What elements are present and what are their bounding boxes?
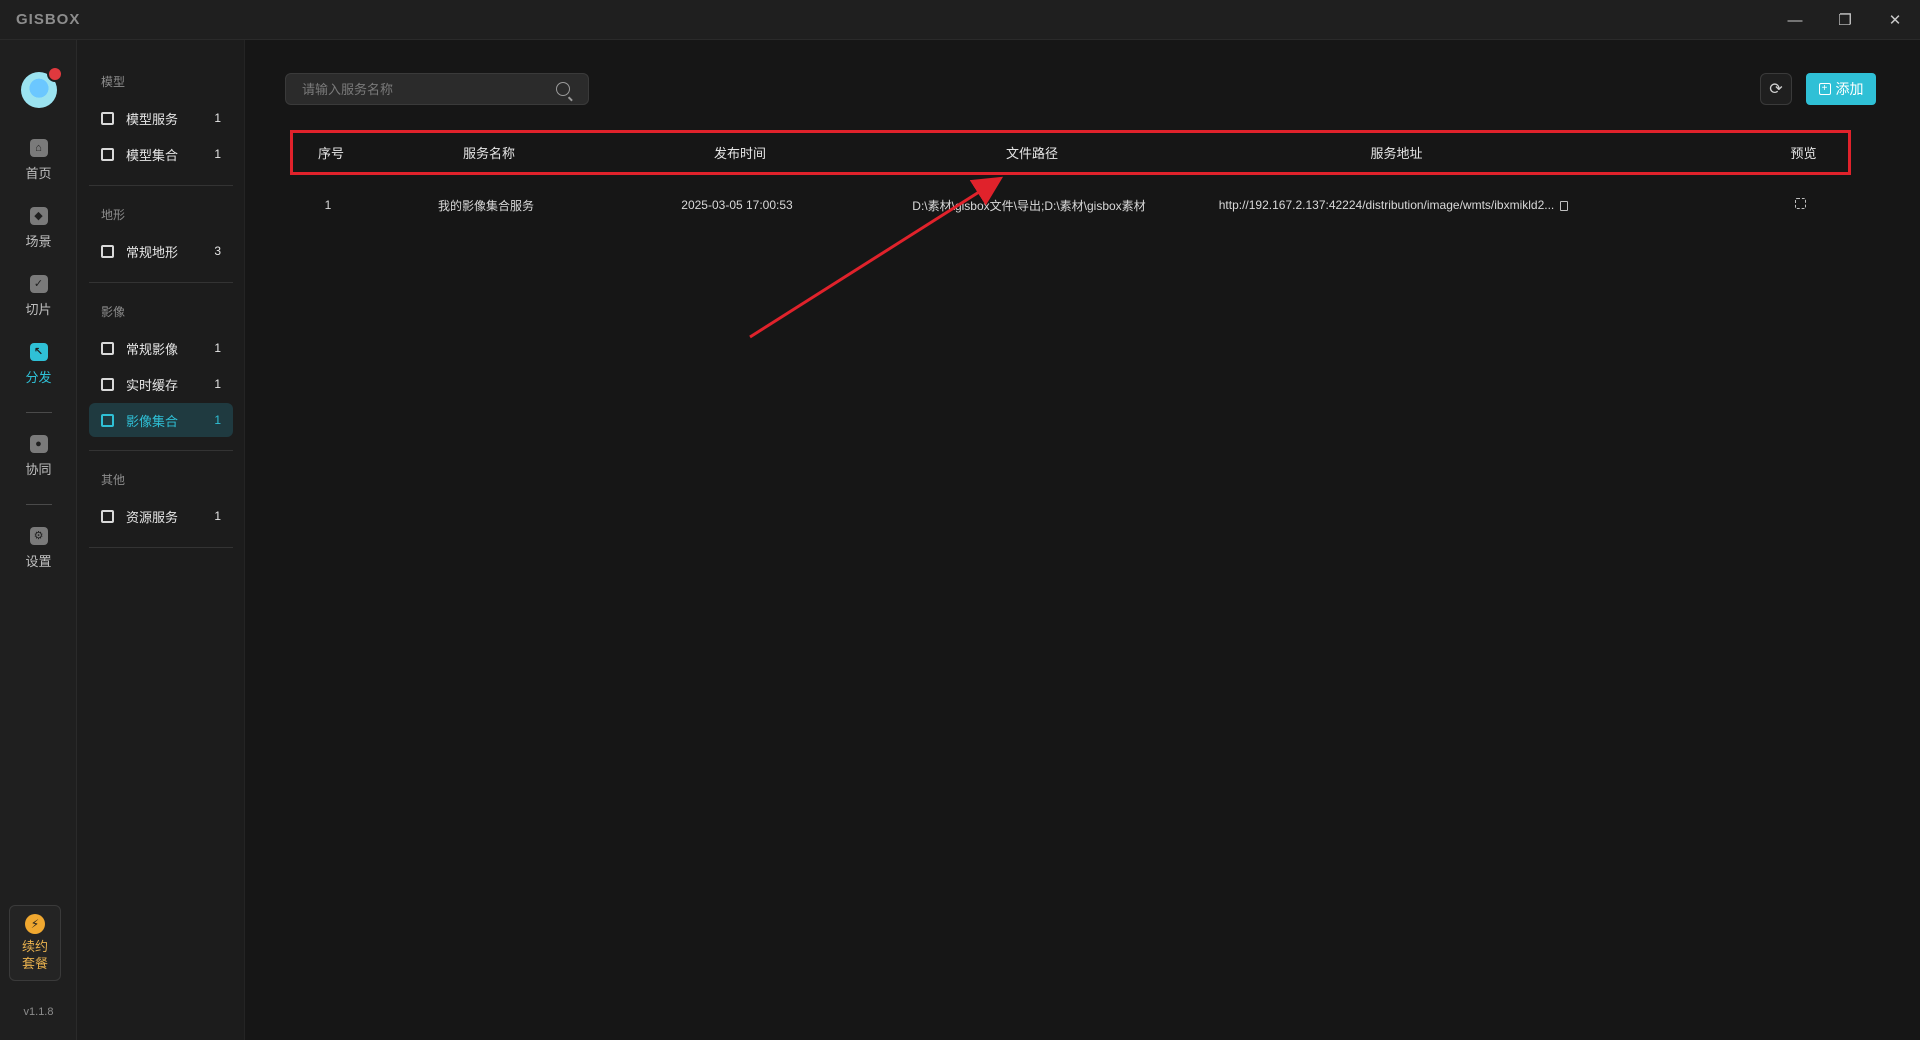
category-heading-other: 其他 bbox=[101, 473, 126, 487]
cell-path: D:\素材\gisbox文件\导出;D:\素材\gisbox素材 bbox=[912, 198, 1146, 213]
scene-icon: ◆ bbox=[29, 206, 48, 225]
item-count: 1 bbox=[214, 413, 221, 427]
rail-divider bbox=[26, 412, 52, 413]
sidebar-item-label: 模型服务 bbox=[126, 111, 179, 127]
refresh-icon: ⟳ bbox=[1769, 81, 1783, 98]
sidebar-item-imagery-regular[interactable]: 常规影像 1 bbox=[89, 331, 233, 365]
cache-icon bbox=[101, 377, 114, 391]
item-count: 1 bbox=[214, 341, 221, 355]
model-icon bbox=[101, 147, 114, 161]
user-avatar[interactable] bbox=[21, 66, 63, 108]
column-header-path[interactable]: 文件路径 bbox=[871, 143, 1193, 162]
search-box[interactable] bbox=[285, 73, 589, 105]
terrain-icon bbox=[101, 244, 114, 258]
sidebar-item-model-service[interactable]: 模型服务 1 bbox=[89, 101, 233, 135]
plus-icon: + bbox=[1818, 83, 1831, 95]
home-icon: ⌂ bbox=[29, 138, 48, 157]
gear-icon: ⚙ bbox=[29, 526, 48, 545]
table-header: 序号 服务名称 发布时间 文件路径 服务地址 预览 bbox=[290, 130, 1851, 175]
renew-label-1: 续约 bbox=[21, 939, 48, 954]
nav-slice-label: 切片 bbox=[25, 301, 52, 317]
nav-slice[interactable]: ✓ 切片 bbox=[0, 268, 77, 324]
column-header-preview[interactable]: 预览 bbox=[1753, 143, 1854, 162]
app-version: v1.1.8 bbox=[23, 1006, 54, 1018]
item-count: 1 bbox=[214, 111, 221, 125]
sidebar-item-model-collection[interactable]: 模型集合 1 bbox=[89, 137, 233, 171]
rail-divider bbox=[26, 504, 52, 505]
column-header-index[interactable]: 序号 bbox=[293, 143, 369, 162]
preview-icon[interactable] bbox=[1795, 198, 1806, 209]
sidebar-item-label: 实时缓存 bbox=[126, 377, 179, 393]
restore-button[interactable]: ❐ bbox=[1820, 0, 1870, 40]
cell-url-wrap: http://192.167.2.137:42224/distribution/… bbox=[1190, 198, 1597, 212]
window-controls: — ❐ ✕ bbox=[1770, 0, 1920, 40]
distribute-icon: ↖ bbox=[29, 342, 48, 361]
add-button[interactable]: + 添加 bbox=[1806, 73, 1876, 105]
lock-icon: ● bbox=[29, 434, 48, 453]
category-divider bbox=[89, 282, 233, 283]
search-input[interactable] bbox=[286, 81, 556, 97]
sidebar-item-imagery-collection[interactable]: 影像集合 1 bbox=[89, 403, 233, 437]
item-count: 1 bbox=[214, 377, 221, 391]
nav-collab[interactable]: ● 协同 bbox=[0, 428, 77, 484]
nav-distribute-label: 分发 bbox=[25, 369, 52, 385]
table-row[interactable]: 1 我的影像集合服务 2025-03-05 17:00:53 D:\素材\gis… bbox=[290, 185, 1851, 225]
nav-distribute[interactable]: ↖ 分发 bbox=[0, 336, 77, 392]
sidebar-item-label: 影像集合 bbox=[126, 413, 179, 429]
cell-preview bbox=[1750, 198, 1851, 212]
sidebar-item-label: 模型集合 bbox=[126, 147, 179, 163]
notification-badge bbox=[47, 66, 63, 82]
item-count: 1 bbox=[214, 509, 221, 523]
cell-index: 1 bbox=[324, 198, 332, 212]
category-heading-imagery: 影像 bbox=[101, 305, 126, 319]
category-divider bbox=[89, 547, 233, 548]
search-icon[interactable] bbox=[556, 82, 570, 96]
renew-label-2: 套餐 bbox=[21, 956, 48, 971]
refresh-button[interactable]: ⟳ bbox=[1760, 73, 1792, 105]
main-panel: ⟳ + 添加 序号 服务名称 发布时间 文件路径 服务地址 预览 1 我的影像集… bbox=[245, 40, 1920, 1040]
column-header-time[interactable]: 发布时间 bbox=[609, 143, 871, 162]
category-heading-terrain: 地形 bbox=[101, 208, 126, 222]
imagery-collection-icon bbox=[101, 413, 114, 427]
copy-icon[interactable] bbox=[1560, 200, 1569, 211]
column-header-url[interactable]: 服务地址 bbox=[1193, 143, 1600, 162]
nav-collab-label: 协同 bbox=[25, 461, 52, 477]
sidebar-item-imagery-cache[interactable]: 实时缓存 1 bbox=[89, 367, 233, 401]
cell-time: 2025-03-05 17:00:53 bbox=[681, 198, 793, 212]
category-sidebar: 模型 模型服务 1 模型集合 1 地形 常规地形 3 影像 常规影像 1 实时缓… bbox=[77, 40, 245, 1040]
nav-settings-label: 设置 bbox=[25, 553, 52, 569]
close-button[interactable]: ✕ bbox=[1870, 0, 1920, 40]
sidebar-item-terrain-regular[interactable]: 常规地形 3 bbox=[89, 234, 233, 268]
nav-home[interactable]: ⌂ 首页 bbox=[0, 132, 77, 188]
cell-url: http://192.167.2.137:42224/distribution/… bbox=[1218, 198, 1555, 212]
slice-icon: ✓ bbox=[29, 274, 48, 293]
minimize-button[interactable]: — bbox=[1770, 0, 1820, 40]
lightning-icon: ⚡ bbox=[25, 914, 45, 934]
category-divider bbox=[89, 185, 233, 186]
category-divider bbox=[89, 450, 233, 451]
resource-icon bbox=[101, 509, 114, 523]
category-heading-model: 模型 bbox=[101, 75, 126, 89]
column-header-name[interactable]: 服务名称 bbox=[369, 143, 609, 162]
title-bar: GISBOX — ❐ ✕ bbox=[0, 0, 1920, 40]
model-icon bbox=[101, 111, 114, 125]
sidebar-item-resource-service[interactable]: 资源服务 1 bbox=[89, 499, 233, 533]
nav-home-label: 首页 bbox=[25, 165, 52, 181]
sidebar-item-label: 资源服务 bbox=[126, 509, 179, 525]
nav-scene[interactable]: ◆ 场景 bbox=[0, 200, 77, 256]
imagery-icon bbox=[101, 341, 114, 355]
sidebar-item-label: 常规影像 bbox=[126, 341, 179, 357]
nav-scene-label: 场景 bbox=[25, 233, 52, 249]
cell-name: 我的影像集合服务 bbox=[437, 198, 534, 213]
app-logo: GISBOX bbox=[16, 11, 81, 28]
nav-rail: ⌂ 首页 ◆ 场景 ✓ 切片 ↖ 分发 ● 协同 ⚙ 设置 ⚡ 续约 套餐 v1… bbox=[0, 40, 77, 1040]
item-count: 3 bbox=[214, 244, 221, 258]
renew-plan-button[interactable]: ⚡ 续约 套餐 bbox=[9, 905, 61, 981]
add-button-label: 添加 bbox=[1835, 81, 1864, 97]
sidebar-item-label: 常规地形 bbox=[126, 244, 179, 260]
nav-settings[interactable]: ⚙ 设置 bbox=[0, 520, 77, 576]
item-count: 1 bbox=[214, 147, 221, 161]
